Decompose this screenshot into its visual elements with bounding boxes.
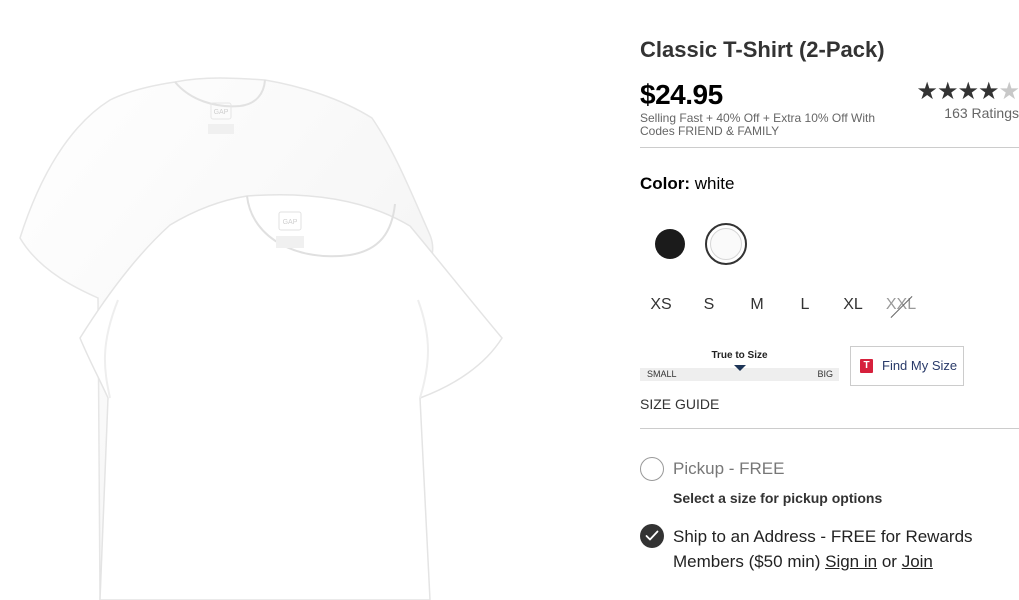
size-selector: XS S M L XL XXL — [640, 296, 940, 318]
fit-marker-icon — [734, 365, 746, 371]
size-option-xl[interactable]: XL — [831, 296, 875, 314]
gap-logo-back: GAP — [214, 109, 229, 116]
size-option-label: M — [750, 296, 764, 313]
pickup-radio[interactable] — [640, 457, 664, 481]
ship-radio-checked[interactable] — [640, 524, 664, 548]
size-option-xs[interactable]: XS — [639, 296, 683, 314]
fit-big-label: BIG — [817, 369, 833, 379]
tshirt-pack-illustration: GAP GAP — [19, 77, 503, 600]
or-text: or — [881, 552, 897, 571]
join-link[interactable]: Join — [902, 552, 933, 571]
size-option-label: S — [703, 296, 715, 313]
fit-small-label: SMALL — [647, 369, 677, 379]
star-filled-icon: ★ — [936, 78, 958, 105]
color-label: Color: white — [640, 174, 734, 194]
color-selected-value: white — [694, 174, 735, 193]
size-option-label: XS — [650, 296, 672, 313]
size-option-l[interactable]: L — [783, 296, 827, 314]
divider — [640, 147, 1019, 148]
pickup-label[interactable]: Pickup - FREE — [673, 459, 784, 479]
ship-option-text: Ship to an Address - FREE for Rewards Me… — [673, 524, 1019, 574]
size-option-m[interactable]: M — [735, 296, 779, 314]
checkmark-icon — [645, 530, 659, 541]
size-option-label: XXL — [885, 296, 917, 313]
product-price: $24.95 — [640, 79, 723, 110]
true-fit-scale: True to Size SMALL BIG — [640, 350, 839, 382]
size-option-label: XL — [843, 296, 863, 313]
rating-summary[interactable]: ★★★★★ 163 Ratings — [916, 80, 1019, 122]
star-filled-icon: ★ — [957, 78, 978, 105]
pickup-note: Select a size for pickup options — [673, 490, 883, 506]
size-option-s[interactable]: S — [687, 296, 731, 314]
product-image[interactable]: GAP GAP — [0, 0, 600, 600]
product-title: Classic T-Shirt (2-Pack) — [640, 37, 885, 62]
star-filled-icon: ★ — [916, 78, 937, 105]
divider — [640, 428, 1019, 429]
star-rating: ★★★★★ — [916, 80, 1019, 104]
swatch-white-fill — [710, 228, 742, 260]
size-option-label: L — [800, 296, 810, 313]
find-my-size-button[interactable]: T Find My Size — [850, 346, 964, 386]
swatch-black[interactable] — [655, 229, 685, 259]
rating-count[interactable]: 163 Ratings — [916, 105, 1019, 121]
fit-label: True to Size — [711, 350, 768, 361]
gap-logo-front: GAP — [283, 219, 298, 226]
star-empty-icon: ★ — [998, 78, 1019, 105]
sign-in-link[interactable]: Sign in — [825, 552, 877, 571]
swatch-white-selected[interactable] — [705, 223, 747, 265]
promo-text: Selling Fast + 40% Off + Extra 10% Off W… — [640, 111, 875, 138]
size-guide-link[interactable]: SIZE GUIDE — [640, 396, 719, 412]
size-option-xxl[interactable]: XXL — [879, 296, 923, 318]
star-filled-icon: ★ — [977, 78, 999, 105]
color-label-heading: Color: — [640, 174, 691, 193]
truefit-logo-icon: T — [860, 359, 873, 373]
find-my-size-label: Find My Size — [882, 358, 958, 373]
product-info-panel: Classic T-Shirt (2-Pack) $24.95 Selling … — [640, 0, 1019, 600]
